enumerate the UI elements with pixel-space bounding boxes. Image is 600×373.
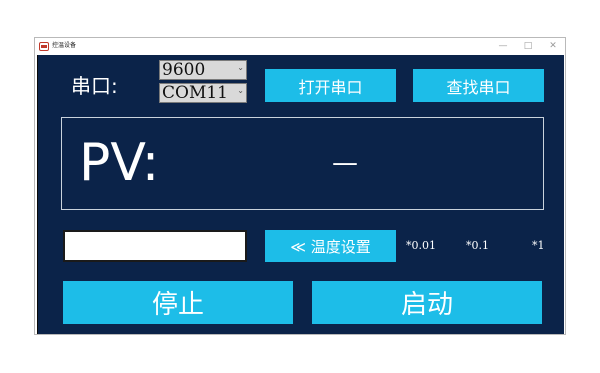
app-logo-icon xyxy=(39,42,49,51)
chevron-down-icon: ⌄ xyxy=(237,86,244,95)
step-1[interactable]: *1 xyxy=(532,239,545,253)
minimize-button[interactable]: — xyxy=(491,38,515,55)
chevron-down-icon: ⌄ xyxy=(237,63,244,72)
stop-label: 停止 xyxy=(151,290,204,320)
step-0-01[interactable]: *0.01 xyxy=(406,239,436,253)
pv-display: PV: — xyxy=(61,117,544,210)
window-title: 控温设备 xyxy=(52,42,77,49)
temperature-set-label: ≪ 温度设置 xyxy=(290,237,371,256)
find-port-label: 查找串口 xyxy=(446,77,511,97)
close-button[interactable]: ✕ xyxy=(541,38,565,55)
com-port-value: COM11 xyxy=(162,83,228,103)
app-window: 控温设备 — □ ✕ 串口: 9600 ⌄ COM11 ⌄ 打开串口 查找串口 … xyxy=(34,37,566,335)
maximize-icon: □ xyxy=(523,41,533,51)
com-port-select[interactable]: COM11 ⌄ xyxy=(159,83,247,103)
open-port-label: 打开串口 xyxy=(298,77,363,97)
close-icon: ✕ xyxy=(549,41,557,51)
minimize-icon: — xyxy=(498,41,508,51)
serial-port-label: 串口: xyxy=(71,74,118,98)
stop-button[interactable]: 停止 xyxy=(63,281,293,324)
start-label: 启动 xyxy=(400,290,453,320)
start-button[interactable]: 启动 xyxy=(312,281,542,324)
temperature-set-button[interactable]: ≪ 温度设置 xyxy=(265,230,396,262)
find-port-button[interactable]: 查找串口 xyxy=(413,69,544,102)
pv-label: PV: xyxy=(79,133,160,193)
title-bar[interactable]: 控温设备 — □ ✕ xyxy=(35,38,565,55)
step-0-1[interactable]: *0.1 xyxy=(466,239,489,253)
baud-rate-value: 9600 xyxy=(162,60,206,80)
temperature-input[interactable] xyxy=(63,230,247,262)
maximize-button[interactable]: □ xyxy=(516,38,540,55)
open-port-button[interactable]: 打开串口 xyxy=(265,69,396,102)
pv-value: — xyxy=(332,148,358,178)
main-panel: 串口: 9600 ⌄ COM11 ⌄ 打开串口 查找串口 PV: — ≪ 温度设… xyxy=(37,55,564,334)
baud-rate-select[interactable]: 9600 ⌄ xyxy=(159,60,247,80)
